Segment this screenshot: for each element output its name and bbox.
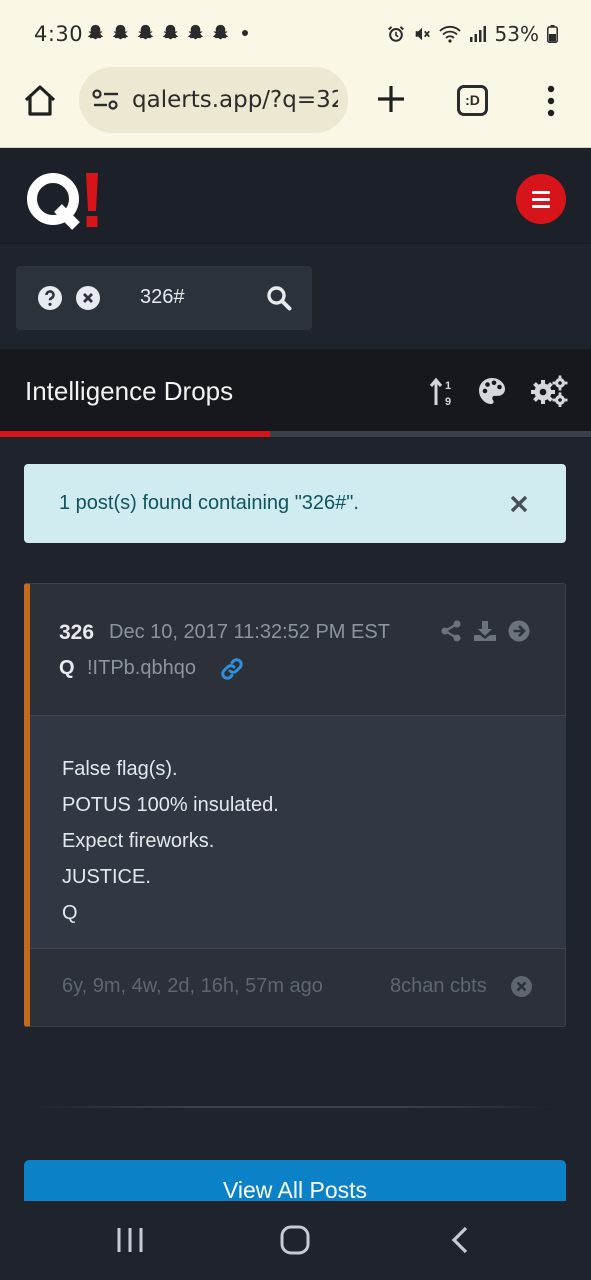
snapchat-icon xyxy=(136,23,155,42)
arrow-right-circle-icon[interactable] xyxy=(508,620,530,642)
battery-percent: 53% xyxy=(494,22,539,46)
post-actions xyxy=(440,620,530,642)
site-header xyxy=(0,148,591,244)
clear-search-icon[interactable] xyxy=(76,286,100,310)
close-icon[interactable] xyxy=(510,495,528,513)
search-input[interactable]: 326# xyxy=(140,286,185,309)
post-date: Dec 10, 2017 11:32:52 PM EST xyxy=(109,621,390,643)
site-settings-icon[interactable] xyxy=(92,89,120,111)
snapchat-icon xyxy=(211,23,230,42)
post-number[interactable]: 326 xyxy=(59,621,94,645)
alarm-icon xyxy=(387,26,404,42)
view-all-posts-button[interactable]: View All Posts xyxy=(24,1160,566,1201)
post-body: False flag(s). POTUS 100% insulated. Exp… xyxy=(30,716,566,949)
snapchat-icon xyxy=(161,23,180,42)
snapchat-icon xyxy=(186,23,205,42)
post-line: Q xyxy=(62,902,78,924)
progress-fill xyxy=(0,431,271,437)
status-time: 4:30 xyxy=(34,22,84,46)
sort-numeric-icon[interactable]: 19 xyxy=(429,377,457,407)
home-button-icon[interactable] xyxy=(280,1225,310,1255)
post-card: 326 Dec 10, 2017 11:32:52 PM EST Q !ITPb… xyxy=(24,583,566,1027)
link-icon[interactable] xyxy=(220,657,244,681)
browser-toolbar: qalerts.app/?q=326# :D xyxy=(0,66,591,148)
svg-text:1: 1 xyxy=(445,380,451,392)
post-line: JUSTICE. xyxy=(62,866,151,888)
recent-apps-icon[interactable] xyxy=(116,1226,144,1254)
wifi-icon xyxy=(438,25,461,43)
post-header: 326 Dec 10, 2017 11:32:52 PM EST Q !ITPb… xyxy=(30,584,566,716)
system-navigation-bar xyxy=(0,1201,591,1280)
more-options-icon[interactable] xyxy=(545,85,557,117)
search-icon[interactable] xyxy=(266,285,292,311)
post-author: Q xyxy=(59,657,75,679)
address-bar[interactable]: qalerts.app/?q=326# xyxy=(79,67,348,133)
back-icon[interactable] xyxy=(449,1226,471,1254)
close-circle-icon[interactable] xyxy=(511,976,532,997)
post-line: Expect fireworks. xyxy=(62,830,215,852)
signal-icon xyxy=(469,26,486,42)
post-source: 8chan cbts xyxy=(390,975,487,997)
alert-message: 1 post(s) found containing "326#". xyxy=(59,492,359,514)
help-icon[interactable] xyxy=(38,286,62,310)
post-tripcode: !ITPb.qbhqo xyxy=(87,657,196,679)
palette-icon[interactable] xyxy=(477,376,507,406)
system-status: 53% xyxy=(387,22,558,46)
post-age: 6y, 9m, 4w, 2d, 16h, 57m ago xyxy=(62,975,323,997)
main-menu-button[interactable] xyxy=(516,174,566,224)
mute-icon xyxy=(415,27,430,41)
snapchat-icon xyxy=(86,23,105,42)
post-line: False flag(s). xyxy=(62,758,178,780)
menu-icon xyxy=(532,191,550,194)
status-bar: 4:30 53% xyxy=(0,0,591,66)
settings-cogs-icon[interactable] xyxy=(530,375,568,407)
search-bar: 326# xyxy=(16,266,312,330)
share-icon[interactable] xyxy=(440,620,462,642)
download-icon[interactable] xyxy=(473,620,497,642)
post-footer: 6y, 9m, 4w, 2d, 16h, 57m ago 8chan cbts xyxy=(30,949,566,1026)
search-result-alert: 1 post(s) found containing "326#". xyxy=(24,464,566,543)
snapchat-icon xyxy=(111,23,130,42)
section-header: Intelligence Drops 19 xyxy=(0,349,591,431)
site-logo[interactable] xyxy=(24,170,104,230)
divider xyxy=(34,1106,556,1108)
battery-icon xyxy=(547,25,558,43)
home-icon[interactable] xyxy=(22,83,58,119)
post-line: POTUS 100% insulated. xyxy=(62,794,279,816)
svg-text:9: 9 xyxy=(445,396,451,407)
new-tab-icon[interactable] xyxy=(376,84,406,114)
page-title: Intelligence Drops xyxy=(25,376,234,406)
notification-icons xyxy=(86,23,248,42)
url-text[interactable]: qalerts.app/?q=326# xyxy=(132,87,338,113)
more-notifications-dot xyxy=(242,29,248,36)
view-all-posts-label: View All Posts xyxy=(222,1177,368,1201)
tab-switcher-button[interactable]: :D xyxy=(457,85,488,116)
scroll-progress-bar xyxy=(0,431,591,437)
